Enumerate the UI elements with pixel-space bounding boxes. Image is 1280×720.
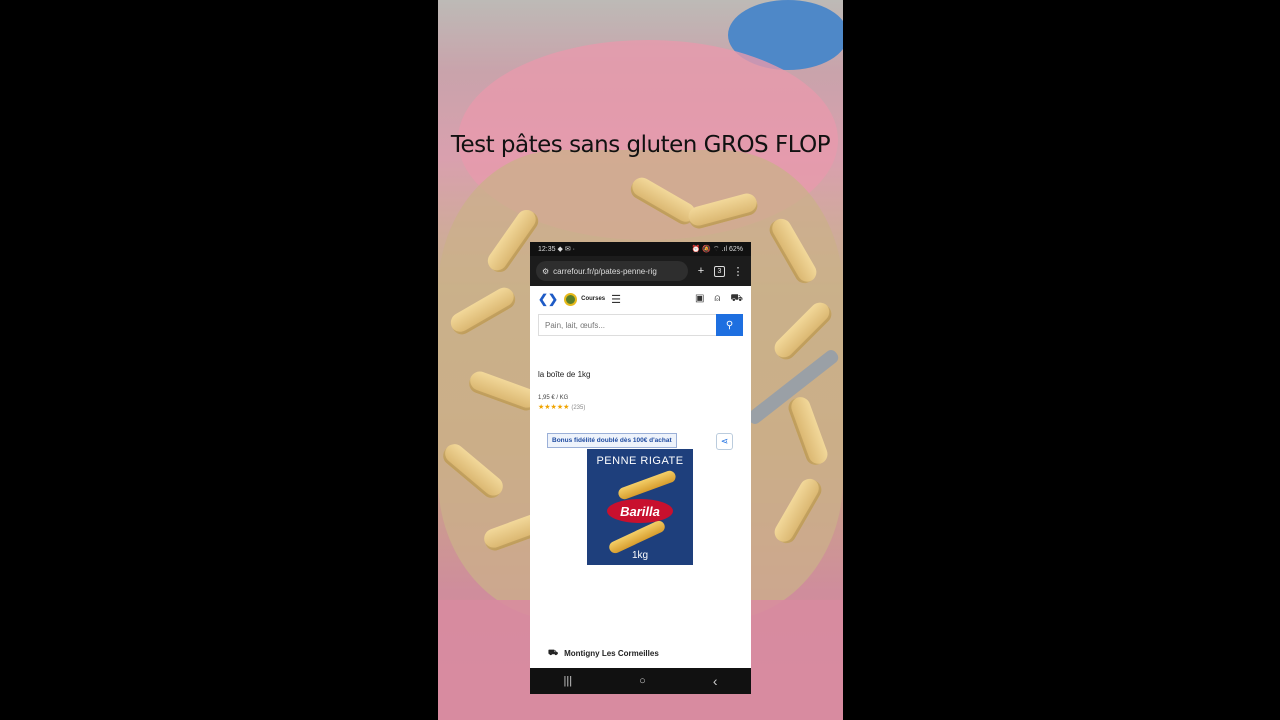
penne-graphic [616,469,678,501]
back-button[interactable]: ‹ [713,673,718,689]
truck-icon: ⛟ [548,648,559,657]
loyalty-badge: Bonus fidélité doublé dès 100€ d'achat [547,433,677,448]
video-caption: Test pâtes sans gluten GROS FLOP [450,132,831,158]
status-right-icons: ⏰ 🔕 ⌔ .ıl [691,245,728,253]
courses-icon [564,292,578,306]
status-time: 12:35 [538,246,556,253]
courses-label: Courses [581,296,606,302]
header-actions: ▣ ⍝ ⛟ [695,293,743,306]
tab-count-button[interactable]: 3 [714,265,725,277]
cart-icon[interactable]: ⛟ [730,293,743,306]
url-text: carrefour.fr/p/pates-penne-rig [553,266,657,276]
product-image[interactable]: PENNE RIGATE Barilla 1kg [587,449,693,565]
address-bar[interactable]: ⚙ carrefour.fr/p/pates-penne-rig [536,261,688,281]
package-weight: 1kg [631,550,649,561]
carrefour-logo-icon[interactable]: ❮❯ [538,292,558,306]
status-left: 12:35 ◆ ✉ · [538,245,575,253]
price-per-kg: 1,95 € / KG [538,395,569,401]
product-details: la boîte de 1kg 1,95 € / KG ★★★★★ (235) … [530,370,751,453]
list-icon[interactable]: ▣ [695,293,704,306]
status-left-icons: ◆ ✉ · [557,246,575,253]
more-menu-icon[interactable]: ⋮ [731,265,745,278]
android-nav-bar: ||| ○ ‹ [530,668,751,694]
package-title: PENNE RIGATE [596,455,684,467]
courses-link[interactable]: Courses [564,292,606,306]
home-button[interactable]: ○ [639,675,646,687]
phone-screenshot: 12:35 ◆ ✉ · ⏰ 🔕 ⌔ .ıl 62% ⚙ carrefour.fr… [530,242,751,694]
search-icon: ⚲ [725,319,734,331]
status-right: ⏰ 🔕 ⌔ .ıl 62% [692,245,743,254]
account-icon[interactable]: ⍝ [714,293,720,306]
share-icon: ⋖ [720,436,729,446]
search-row: ⚲ [530,314,751,336]
recents-button[interactable]: ||| [564,675,573,687]
site-header: ❮❯ Courses ☰ ▣ ⍝ ⛟ [530,286,751,312]
new-tab-icon[interactable]: + [694,265,708,277]
rating-stars: ★★★★★ [538,404,570,411]
search-button[interactable]: ⚲ [716,314,743,336]
barilla-logo: Barilla [607,499,673,523]
battery-level: 62% [728,245,743,253]
store-name: Montigny Les Cormeilles [564,648,659,658]
search-input[interactable] [538,314,716,336]
product-rating[interactable]: ★★★★★ (235) [538,403,743,411]
rating-count: (235) [571,405,586,411]
product-subtitle: la boîte de 1kg [538,370,591,379]
site-settings-icon[interactable]: ⚙ [542,267,549,276]
delivery-store[interactable]: ⛟ Montigny Les Cormeilles [548,648,659,658]
status-bar: 12:35 ◆ ✉ · ⏰ 🔕 ⌔ .ıl 62% [530,242,751,256]
menu-icon[interactable]: ☰ [611,293,621,306]
browser-toolbar: ⚙ carrefour.fr/p/pates-penne-rig + 3 ⋮ [530,256,751,286]
share-button[interactable]: ⋖ [716,433,733,450]
